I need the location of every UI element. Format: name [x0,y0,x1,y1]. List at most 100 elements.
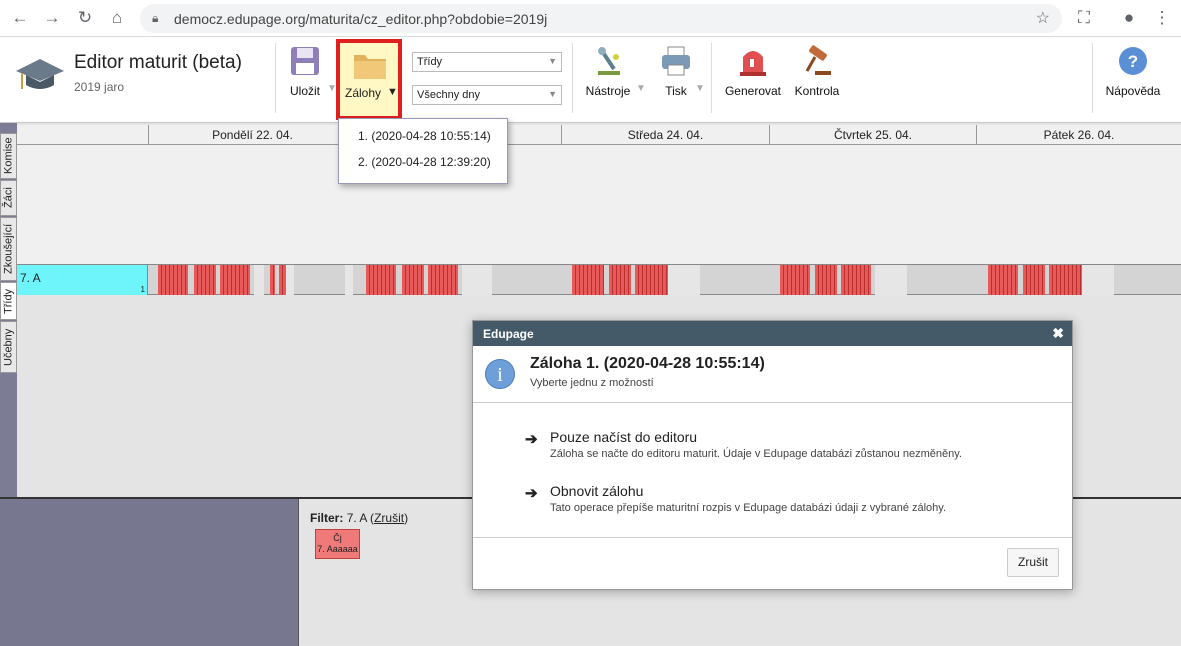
tab-tridy[interactable]: Třídy [0,282,17,320]
backup-dialog: Edupage ✖ i Záloha 1. (2020-04-28 10:55:… [472,320,1073,590]
chevron-down-icon: ▼ [548,89,557,99]
exam-block[interactable] [366,265,396,295]
divider [572,43,573,113]
free-slot [345,265,353,295]
svg-text:?: ? [1128,52,1138,71]
exam-block[interactable] [841,265,871,295]
info-icon: i [485,359,515,389]
dialog-header: Edupage ✖ [473,321,1072,346]
option-title: Pouze načíst do editoru [550,429,698,445]
tab-komise[interactable]: Komise [0,133,17,179]
day-header: Pondělí 22. 04. Úterý 23. 04. Středa 24.… [17,125,1181,145]
day-column-header: Čtvrtek 25. 04. [769,125,976,145]
exam-block[interactable] [780,265,810,295]
printer-icon [662,46,690,76]
account-icon[interactable]: ● [1117,6,1141,30]
floppy-icon [291,47,319,75]
close-icon[interactable]: ✖ [1052,325,1064,342]
filter-clear-link[interactable]: Zrušit [374,511,404,525]
generate-label: Generovat [724,84,782,98]
reload-icon[interactable]: ↻ [73,6,97,30]
exam-block[interactable] [1023,265,1045,295]
free-slot [1082,265,1092,295]
generate-button[interactable]: Generovat [722,45,784,98]
url-text[interactable]: democz.edupage.org/maturita/cz_editor.ph… [174,11,547,27]
filter-bar: Filter: 7. A (Zrušit) [310,511,409,525]
exam-card[interactable]: Čj 7. Aaaaaa [315,529,360,559]
option-description: Záloha se načte do editoru maturit. Údaj… [550,448,962,460]
check-label: Kontrola [794,84,840,98]
free-slot [678,265,700,295]
arrow-right-icon: ➔ [525,485,538,502]
classes-select[interactable]: Třídy ▼ [412,52,562,72]
siren-icon [740,51,766,76]
exam-block[interactable] [635,265,668,295]
tab-ucebny[interactable]: Učebny [0,321,17,373]
cancel-button[interactable]: Zrušit [1007,548,1059,577]
free-slot [668,265,678,295]
exam-block[interactable] [402,265,424,295]
address-bar[interactable]: 🔒︎ democz.edupage.org/maturita/cz_editor… [140,4,1062,33]
filter-label: Filter: [310,511,344,525]
card-student: 7. Aaaaaa [317,544,358,554]
side-tabs: Komise Žáci Zkoušející Třídy Učebny [0,123,17,497]
exam-block[interactable] [158,265,188,295]
backup-item[interactable]: 2. (2020-04-28 12:39:20) [358,152,491,172]
days-select[interactable]: Všechny dny ▼ [412,85,562,105]
tools-button[interactable]: Nástroje [582,45,634,98]
exam-block[interactable] [279,265,286,295]
app-toolbar: Editor maturit (beta) 2019 jaro Uložit ▼… [0,37,1181,123]
cast-icon[interactable]: ⛶ [1072,6,1096,30]
app-subtitle: 2019 jaro [74,80,125,94]
tools-label: Nástroje [585,84,631,98]
exam-block[interactable] [270,265,275,295]
divider [275,43,276,113]
backups-label: Zálohy [345,86,382,100]
print-button[interactable]: Tisk [658,45,694,98]
backup-item[interactable]: 1. (2020-04-28 10:55:14) [358,126,491,146]
forward-icon[interactable]: → [40,6,64,30]
help-button[interactable]: ? Nápověda [1103,45,1163,98]
exam-block[interactable] [1049,265,1082,295]
exam-block[interactable] [428,265,458,295]
tools-dropdown-icon[interactable]: ▼ [636,83,646,94]
gavel-icon [805,45,831,75]
back-icon[interactable]: ← [8,6,32,30]
save-label: Uložit [289,84,320,98]
check-button[interactable]: Kontrola [793,45,841,98]
option-title: Obnovit zálohu [550,483,644,499]
home-icon[interactable]: ⌂ [105,6,129,30]
classes-select-value: Třídy [417,56,443,68]
days-select-value: Všechny dny [417,89,480,101]
class-label-cell[interactable]: 7. A 1 [17,265,148,295]
day-column-header: Pátek 26. 04. [976,125,1181,145]
print-dropdown-icon[interactable]: ▼ [695,83,705,94]
chevron-down-icon: ▼ [548,56,557,66]
exam-block[interactable] [815,265,837,295]
save-button[interactable]: Uložit [285,45,325,98]
exam-block[interactable] [609,265,631,295]
tab-zaci[interactable]: Žáci [0,180,17,216]
card-subject: Čj [333,533,342,543]
class-name: 7. A [20,271,41,285]
dialog-subtitle: Vyberte jednu z možností [530,377,654,389]
exam-block[interactable] [194,265,216,295]
backups-button[interactable]: Zálohy ▼ [336,39,402,120]
class-row: 7. A 1 [17,265,1181,295]
dialog-header-title: Edupage [483,327,534,341]
graduation-cap-icon [16,59,64,89]
folder-icon [354,55,386,79]
tab-zkousejici[interactable]: Zkoušející [0,217,17,281]
menu-icon[interactable]: ⋮ [1150,6,1174,30]
bottom-left-panel [0,499,299,646]
exam-block[interactable] [572,265,604,295]
exam-block[interactable] [220,265,250,295]
help-label: Nápověda [1105,84,1161,98]
help-icon: ? [1119,47,1147,75]
filter-value: 7. A [346,511,367,525]
divider [473,402,1072,403]
star-icon[interactable]: ☆ [1036,8,1050,28]
print-label: Tisk [665,84,687,98]
exam-block[interactable] [988,265,1018,295]
backups-dropdown-icon: ▼ [387,86,398,98]
